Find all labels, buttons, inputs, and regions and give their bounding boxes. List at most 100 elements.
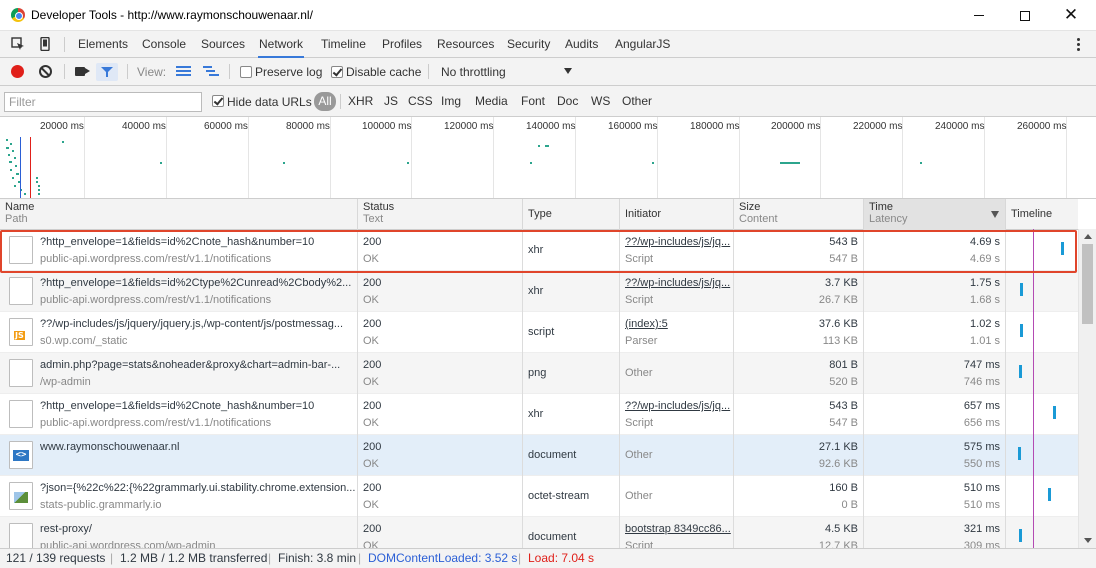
cell-init: ??/wp-includes/js/jq... Script bbox=[620, 394, 734, 435]
request-content-size: 547 B bbox=[829, 253, 858, 265]
minimize-button[interactable] bbox=[956, 0, 1002, 31]
table-row[interactable]: ?json={%22c%22:{%22grammarly.ui.stabilit… bbox=[0, 476, 1078, 517]
column-initiator[interactable]: Initiator bbox=[620, 199, 734, 230]
request-status-text: OK bbox=[363, 540, 379, 548]
request-name: ?http_envelope=1&fields=id%2Cnote_hash&n… bbox=[40, 236, 315, 248]
scroll-down-icon[interactable] bbox=[1084, 538, 1092, 543]
initiator-link[interactable]: (index):5 bbox=[625, 318, 668, 330]
cell-size: 801 B 520 B bbox=[734, 353, 864, 394]
cell-status: 200 OK bbox=[358, 476, 523, 517]
tab-audits[interactable]: Audits bbox=[564, 31, 599, 58]
initiator-link[interactable]: bootstrap 8349cc86... bbox=[625, 523, 731, 535]
filter-type-doc[interactable]: Doc bbox=[557, 94, 578, 108]
filter-type-media[interactable]: Media bbox=[475, 94, 508, 108]
minimize-icon bbox=[974, 15, 984, 16]
column-type[interactable]: Type bbox=[523, 199, 620, 230]
request-type: script bbox=[528, 326, 555, 338]
table-row[interactable]: admin.php?page=stats&noheader&proxy&char… bbox=[0, 353, 1078, 394]
column-time[interactable]: Time Latency bbox=[864, 199, 1006, 230]
table-row[interactable]: ?http_envelope=1&fields=id%2Cnote_hash&n… bbox=[0, 394, 1078, 435]
tab-timeline[interactable]: Timeline bbox=[320, 31, 367, 58]
chevron-down-icon[interactable] bbox=[564, 68, 572, 74]
cell-size: 160 B 0 B bbox=[734, 476, 864, 517]
initiator-link[interactable]: ??/wp-includes/js/jq... bbox=[625, 400, 730, 412]
filter-type-img[interactable]: Img bbox=[441, 94, 461, 108]
tab-console[interactable]: Console bbox=[141, 31, 187, 58]
dom-content-loaded: DOMContentLoaded: 3.52 s bbox=[368, 551, 518, 565]
table-row[interactable]: ??/wp-includes/js/jquery/jquery.js,/wp-c… bbox=[0, 312, 1078, 353]
table-row[interactable]: rest-proxy/public-api.wordpress.com/wp-a… bbox=[0, 517, 1078, 548]
status-separator: | bbox=[110, 551, 114, 565]
large-rows-icon[interactable] bbox=[176, 66, 191, 77]
request-time: 657 ms bbox=[963, 400, 1000, 412]
throttling-select[interactable]: No throttling bbox=[441, 65, 506, 79]
column-size[interactable]: Size Content bbox=[734, 199, 864, 230]
initiator-link[interactable]: ??/wp-includes/js/jq... bbox=[625, 236, 730, 248]
column-timeline[interactable]: Timeline bbox=[1006, 199, 1078, 230]
request-path: /wp-admin bbox=[40, 376, 91, 388]
scrollbar-thumb[interactable] bbox=[1082, 244, 1093, 324]
filter-type-ws[interactable]: WS bbox=[591, 94, 610, 108]
script-file-icon bbox=[9, 318, 33, 346]
cell-tl bbox=[1006, 271, 1078, 312]
filter-type-xhr[interactable]: XHR bbox=[348, 94, 373, 108]
request-count: 121 / 139 requests bbox=[6, 551, 106, 565]
file-icon bbox=[9, 400, 33, 428]
request-status: 200 bbox=[363, 277, 382, 289]
tab-resources[interactable]: Resources bbox=[436, 31, 495, 58]
request-size: 543 B bbox=[829, 236, 858, 248]
close-button[interactable]: ✕ bbox=[1048, 0, 1094, 31]
tab-network[interactable]: Network bbox=[258, 31, 305, 58]
filter-icon[interactable] bbox=[96, 63, 118, 81]
table-row[interactable]: ?http_envelope=1&fields=id%2Ctype%2Cunre… bbox=[0, 271, 1078, 312]
filter-type-font[interactable]: Font bbox=[521, 94, 545, 108]
preserve-log-checkbox[interactable] bbox=[240, 66, 252, 78]
inspect-element-icon[interactable] bbox=[11, 37, 25, 51]
close-icon: ✕ bbox=[1063, 5, 1079, 25]
clear-icon[interactable] bbox=[39, 65, 52, 78]
initiator-link[interactable]: ??/wp-includes/js/jq... bbox=[625, 277, 730, 289]
cell-status: 200 OK bbox=[358, 435, 523, 476]
request-time: 747 ms bbox=[963, 359, 1000, 371]
disable-cache-checkbox[interactable] bbox=[331, 66, 343, 78]
maximize-icon bbox=[1020, 10, 1030, 21]
more-options-icon[interactable] bbox=[1074, 37, 1082, 52]
device-mode-icon[interactable] bbox=[38, 37, 52, 51]
timeline-bar bbox=[1018, 447, 1021, 460]
table-row[interactable]: ?http_envelope=1&fields=id%2Cnote_hash&n… bbox=[0, 230, 1078, 271]
cell-init: (index):5 Parser bbox=[620, 312, 734, 353]
cell-init: ??/wp-includes/js/jq... Script bbox=[620, 230, 734, 271]
record-icon[interactable] bbox=[11, 65, 24, 78]
filter-type-all[interactable]: All bbox=[314, 92, 336, 111]
column-path-label: Path bbox=[5, 213, 28, 225]
overview-icon[interactable] bbox=[203, 66, 219, 77]
tab-elements[interactable]: Elements bbox=[77, 31, 129, 58]
filter-type-js[interactable]: JS bbox=[384, 94, 398, 108]
request-status-text: OK bbox=[363, 253, 379, 265]
tab-angularjs[interactable]: AngularJS bbox=[614, 31, 671, 58]
tab-profiles[interactable]: Profiles bbox=[381, 31, 423, 58]
filter-input[interactable] bbox=[4, 92, 202, 112]
tab-security[interactable]: Security bbox=[506, 31, 551, 58]
cell-type: script bbox=[523, 312, 620, 353]
timeline-bar bbox=[1048, 488, 1051, 501]
column-name[interactable]: Name Path bbox=[0, 199, 358, 230]
maximize-button[interactable] bbox=[1002, 0, 1048, 31]
network-overview[interactable]: 20000 ms 40000 ms 60000 ms 80000 ms 1000… bbox=[0, 117, 1096, 199]
column-status[interactable]: Status Text bbox=[358, 199, 523, 230]
table-scrollbar[interactable] bbox=[1078, 229, 1096, 548]
tab-sources[interactable]: Sources bbox=[200, 31, 246, 58]
request-size: 160 B bbox=[829, 482, 858, 494]
table-row[interactable]: www.raymonschouwenaar.nl 200 OK document Oth… bbox=[0, 435, 1078, 476]
capture-screenshots-icon[interactable] bbox=[75, 67, 85, 76]
request-status-text: OK bbox=[363, 376, 379, 388]
request-content-size: 12.7 KB bbox=[818, 540, 858, 548]
filter-type-other[interactable]: Other bbox=[622, 94, 652, 108]
filter-type-css[interactable]: CSS bbox=[408, 94, 433, 108]
hide-data-urls-checkbox[interactable] bbox=[212, 95, 224, 107]
timeline-bar bbox=[1020, 283, 1023, 296]
timeline-bar bbox=[1020, 324, 1023, 337]
status-separator: | bbox=[268, 551, 272, 565]
request-status-text: OK bbox=[363, 294, 379, 306]
scroll-up-icon[interactable] bbox=[1084, 234, 1092, 239]
